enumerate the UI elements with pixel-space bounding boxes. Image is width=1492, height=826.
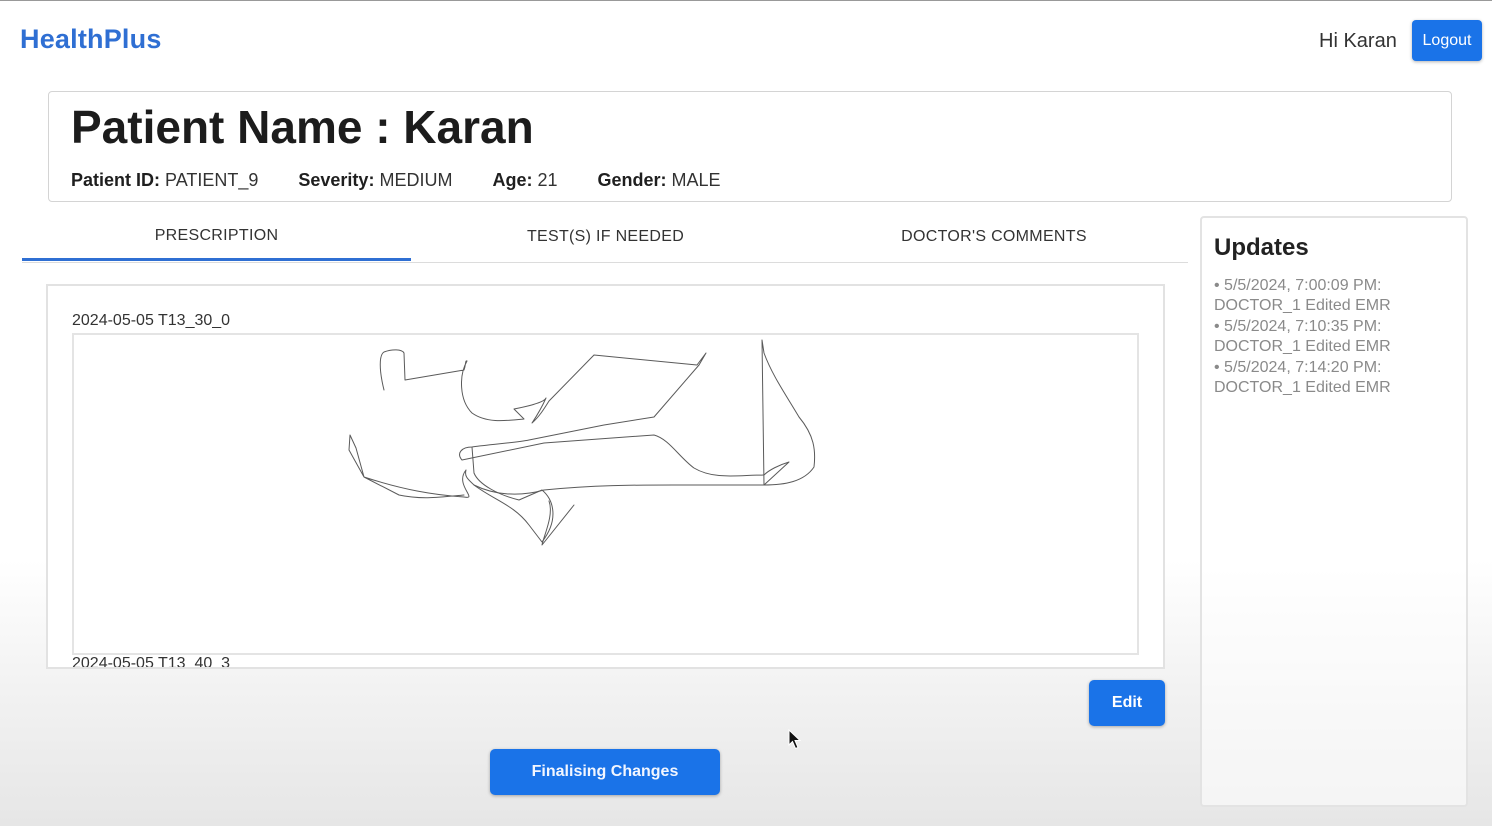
prescription-drawing-canvas[interactable] xyxy=(72,333,1139,655)
age-value: 21 xyxy=(537,170,558,190)
severity-value: MEDIUM xyxy=(379,170,453,190)
finalise-changes-button[interactable]: Finalising Changes xyxy=(490,749,720,795)
updates-title: Updates xyxy=(1214,234,1309,261)
brand-logo[interactable]: HealthPlus xyxy=(20,24,162,55)
prescription-entry-label: 2024-05-05 T13_30_0 xyxy=(72,312,231,329)
window-top-border xyxy=(0,0,1492,1)
updates-list: • 5/5/2024, 7:00:09 PM: DOCTOR_1 Edited … xyxy=(1214,276,1454,399)
patient-id-value: PATIENT_9 xyxy=(165,170,259,190)
mouse-cursor-icon xyxy=(788,728,802,756)
gender-label: Gender: xyxy=(597,170,667,190)
patient-age: Age: 21 xyxy=(492,170,557,191)
tab-tests[interactable]: TEST(S) IF NEEDED xyxy=(411,213,800,261)
tab-doctors-comments[interactable]: DOCTOR'S COMMENTS xyxy=(800,213,1188,261)
patient-info-card: Patient Name : Karan Patient ID: PATIENT… xyxy=(48,91,1452,202)
severity-label: Severity: xyxy=(298,170,375,190)
gender-value: MALE xyxy=(671,170,721,190)
patient-id: Patient ID: PATIENT_9 xyxy=(71,170,258,191)
user-greeting: Hi Karan xyxy=(1319,30,1397,52)
patient-meta-row: Patient ID: PATIENT_9 Severity: MEDIUM A… xyxy=(71,170,761,191)
age-label: Age: xyxy=(492,170,533,190)
edit-button[interactable]: Edit xyxy=(1089,680,1165,726)
updates-panel: Updates • 5/5/2024, 7:00:09 PM: DOCTOR_1… xyxy=(1200,216,1468,807)
patient-id-label: Patient ID: xyxy=(71,170,161,190)
update-item: • 5/5/2024, 7:14:20 PM: DOCTOR_1 Edited … xyxy=(1214,359,1391,396)
tab-prescription[interactable]: PRESCRIPTION xyxy=(22,213,411,261)
patient-gender: Gender: MALE xyxy=(598,170,721,191)
patient-name-title: Patient Name : Karan xyxy=(71,101,534,153)
update-item: • 5/5/2024, 7:10:35 PM: DOCTOR_1 Edited … xyxy=(1214,318,1391,355)
prescription-panel[interactable]: 2024-05-05 T13_30_0 2024-05-05 T13_40_3 xyxy=(46,284,1165,669)
logout-button[interactable]: Logout xyxy=(1412,20,1482,61)
patient-severity: Severity: MEDIUM xyxy=(298,170,452,191)
update-item: • 5/5/2024, 7:00:09 PM: DOCTOR_1 Edited … xyxy=(1214,277,1391,314)
prescription-entry-label: 2024-05-05 T13_40_3 xyxy=(72,655,231,669)
handwriting-sketch xyxy=(348,339,816,546)
record-tabs: PRESCRIPTION TEST(S) IF NEEDED DOCTOR'S … xyxy=(22,213,1188,263)
